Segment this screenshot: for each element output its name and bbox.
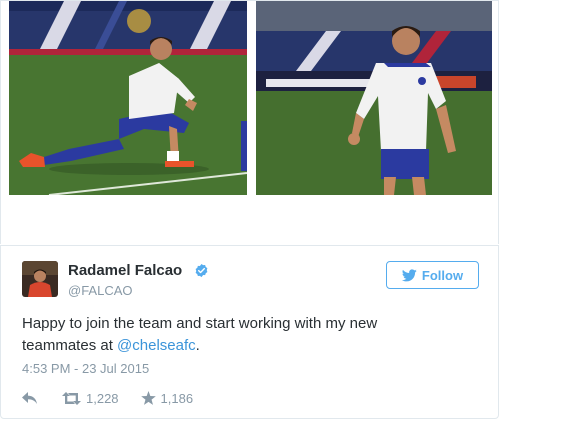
follow-label: Follow	[421, 267, 464, 283]
reply-icon	[22, 392, 37, 404]
photo-stretching-player[interactable]	[9, 1, 247, 195]
tweet-card: Radamel Falcao @FALCAO Follow Happy to j…	[0, 245, 499, 419]
retweet-button[interactable]: 1,228	[62, 391, 119, 406]
retweet-icon	[62, 391, 81, 405]
tweet-media	[0, 0, 499, 244]
avatar[interactable]	[22, 261, 58, 297]
verified-badge-icon	[195, 263, 208, 278]
retweet-count: 1,228	[86, 390, 119, 406]
reply-button[interactable]	[22, 391, 38, 405]
tweet-text: Happy to join the team and start working…	[22, 313, 432, 357]
tweet-actions: 1,228 1,186	[22, 389, 193, 407]
favorite-button[interactable]: 1,186	[140, 390, 194, 406]
mention-link[interactable]: @chelseafc	[117, 337, 196, 354]
favorite-count: 1,186	[160, 390, 194, 406]
display-name[interactable]: Radamel Falcao	[68, 262, 182, 279]
twitter-bird-icon	[401, 268, 417, 281]
tweet-timestamp[interactable]: 4:53 PM - 23 Jul 2015	[22, 361, 149, 376]
star-icon	[140, 391, 156, 405]
follow-button[interactable]: Follow	[386, 261, 479, 289]
photo-warming-up-player[interactable]	[256, 1, 492, 195]
user-handle[interactable]: @FALCAO	[68, 283, 133, 298]
tweet-text-end: .	[195, 337, 200, 354]
